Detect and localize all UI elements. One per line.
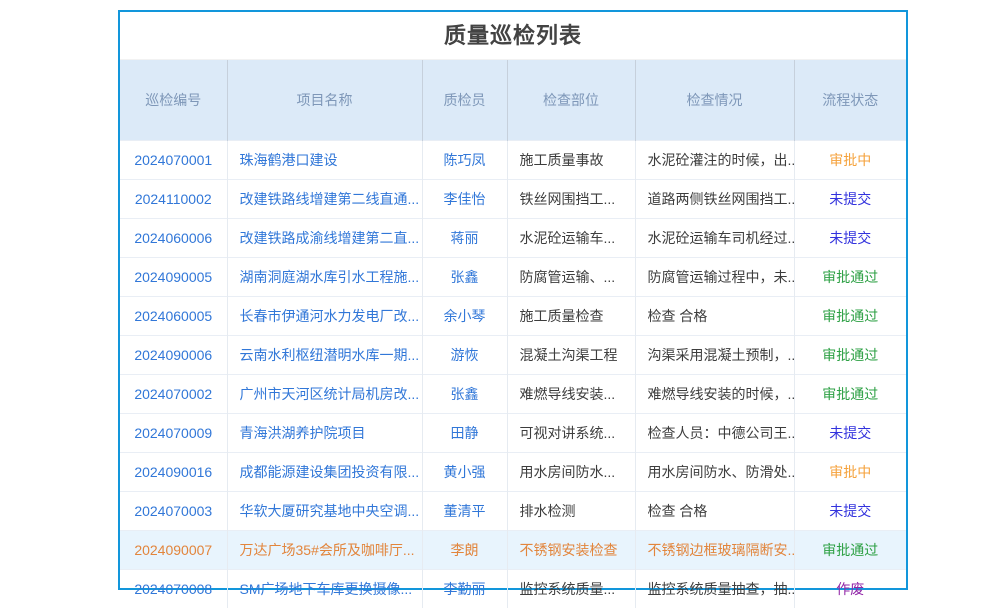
table-header-row: 巡检编号 项目名称 质检员 检查部位 检查情况 流程状态 bbox=[120, 60, 906, 141]
inspection-id-link[interactable]: 2024070003 bbox=[120, 492, 227, 531]
project-name-link[interactable]: 珠海鹤港口建设 bbox=[227, 141, 422, 180]
project-name-link[interactable]: 万达广场35#会所及咖啡厅... bbox=[227, 531, 422, 570]
project-name-link[interactable]: 广州市天河区统计局机房改... bbox=[227, 375, 422, 414]
inspector-name-link[interactable]: 余小琴 bbox=[422, 297, 507, 336]
inspection-id-link[interactable]: 2024070002 bbox=[120, 375, 227, 414]
table-body: 2024070001 珠海鹤港口建设 陈巧凤 施工质量事故 水泥砼灌注的时候，出… bbox=[120, 141, 906, 608]
inspection-part-cell: 施工质量检查 bbox=[507, 297, 635, 336]
inspection-situation-cell: 检查 合格 bbox=[635, 492, 794, 531]
inspection-id-link[interactable]: 2024060006 bbox=[120, 219, 227, 258]
inspection-situation-cell: 用水房间防水、防滑处... bbox=[635, 453, 794, 492]
table-row[interactable]: 2024110002 改建铁路线增建第二线直通... 李佳怡 铁丝网围挡工...… bbox=[120, 180, 906, 219]
table-row[interactable]: 2024070009 青海洪湖养护院项目 田静 可视对讲系统... 检查人员：中… bbox=[120, 414, 906, 453]
inspection-part-cell: 可视对讲系统... bbox=[507, 414, 635, 453]
inspection-id-link[interactable]: 2024070008 bbox=[120, 570, 227, 608]
inspector-name-link[interactable]: 李朗 bbox=[422, 531, 507, 570]
inspection-id-link[interactable]: 2024070001 bbox=[120, 141, 227, 180]
status-badge: 审批中 bbox=[794, 141, 906, 180]
project-name-link[interactable]: SM广场地下车库更换摄像... bbox=[227, 570, 422, 608]
inspection-id-link[interactable]: 2024060005 bbox=[120, 297, 227, 336]
inspection-situation-cell: 沟渠采用混凝土预制，... bbox=[635, 336, 794, 375]
table-row[interactable]: 2024070008 SM广场地下车库更换摄像... 李勤丽 监控系统质量...… bbox=[120, 570, 906, 608]
col-header-project-name: 项目名称 bbox=[227, 60, 422, 141]
inspection-situation-cell: 水泥砼灌注的时候，出... bbox=[635, 141, 794, 180]
inspection-part-cell: 难燃导线安装... bbox=[507, 375, 635, 414]
table-row[interactable]: 2024090006 云南水利枢纽潜明水库一期... 游恢 混凝土沟渠工程 沟渠… bbox=[120, 336, 906, 375]
status-badge: 未提交 bbox=[794, 492, 906, 531]
status-badge: 审批通过 bbox=[794, 258, 906, 297]
inspector-name-link[interactable]: 游恢 bbox=[422, 336, 507, 375]
status-badge: 未提交 bbox=[794, 414, 906, 453]
col-header-inspection-id: 巡检编号 bbox=[120, 60, 227, 141]
project-name-link[interactable]: 青海洪湖养护院项目 bbox=[227, 414, 422, 453]
inspector-name-link[interactable]: 蒋丽 bbox=[422, 219, 507, 258]
inspection-id-link[interactable]: 2024090006 bbox=[120, 336, 227, 375]
quality-inspection-panel: 质量巡检列表 巡检编号 项目名称 质检员 检查部位 检查情况 流程状态 2024… bbox=[118, 10, 908, 590]
inspection-id-link[interactable]: 2024070009 bbox=[120, 414, 227, 453]
status-badge: 审批通过 bbox=[794, 531, 906, 570]
inspection-part-cell: 不锈钢安装检查 bbox=[507, 531, 635, 570]
table-row[interactable]: 2024070003 华软大厦研究基地中央空调... 董清平 排水检测 检查 合… bbox=[120, 492, 906, 531]
inspector-name-link[interactable]: 李佳怡 bbox=[422, 180, 507, 219]
inspector-name-link[interactable]: 田静 bbox=[422, 414, 507, 453]
inspection-id-link[interactable]: 2024090005 bbox=[120, 258, 227, 297]
table-row[interactable]: 2024060005 长春市伊通河水力发电厂改... 余小琴 施工质量检查 检查… bbox=[120, 297, 906, 336]
table-row[interactable]: 2024070002 广州市天河区统计局机房改... 张鑫 难燃导线安装... … bbox=[120, 375, 906, 414]
project-name-link[interactable]: 云南水利枢纽潜明水库一期... bbox=[227, 336, 422, 375]
status-badge: 审批中 bbox=[794, 453, 906, 492]
inspection-situation-cell: 防腐管运输过程中，未... bbox=[635, 258, 794, 297]
inspection-table: 巡检编号 项目名称 质检员 检查部位 检查情况 流程状态 2024070001 … bbox=[120, 60, 906, 608]
inspection-id-link[interactable]: 2024090007 bbox=[120, 531, 227, 570]
status-badge: 审批通过 bbox=[794, 375, 906, 414]
inspector-name-link[interactable]: 董清平 bbox=[422, 492, 507, 531]
inspection-situation-cell: 监控系统质量抽查，抽... bbox=[635, 570, 794, 608]
project-name-link[interactable]: 华软大厦研究基地中央空调... bbox=[227, 492, 422, 531]
col-header-process-status: 流程状态 bbox=[794, 60, 906, 141]
inspection-situation-cell: 检查 合格 bbox=[635, 297, 794, 336]
inspection-part-cell: 防腐管运输、... bbox=[507, 258, 635, 297]
inspection-situation-cell: 检查人员：中德公司王... bbox=[635, 414, 794, 453]
inspection-part-cell: 排水检测 bbox=[507, 492, 635, 531]
table-row[interactable]: 2024070001 珠海鹤港口建设 陈巧凤 施工质量事故 水泥砼灌注的时候，出… bbox=[120, 141, 906, 180]
table-row[interactable]: 2024090005 湖南洞庭湖水库引水工程施... 张鑫 防腐管运输、... … bbox=[120, 258, 906, 297]
inspector-name-link[interactable]: 张鑫 bbox=[422, 258, 507, 297]
inspection-part-cell: 铁丝网围挡工... bbox=[507, 180, 635, 219]
project-name-link[interactable]: 湖南洞庭湖水库引水工程施... bbox=[227, 258, 422, 297]
table-row[interactable]: 2024060006 改建铁路成渝线增建第二直... 蒋丽 水泥砼运输车... … bbox=[120, 219, 906, 258]
col-header-inspection-part: 检查部位 bbox=[507, 60, 635, 141]
col-header-inspection-situation: 检查情况 bbox=[635, 60, 794, 141]
inspection-situation-cell: 难燃导线安装的时候，... bbox=[635, 375, 794, 414]
inspection-part-cell: 水泥砼运输车... bbox=[507, 219, 635, 258]
inspection-situation-cell: 水泥砼运输车司机经过... bbox=[635, 219, 794, 258]
status-badge: 作废 bbox=[794, 570, 906, 608]
project-name-link[interactable]: 改建铁路成渝线增建第二直... bbox=[227, 219, 422, 258]
inspection-id-link[interactable]: 2024110002 bbox=[120, 180, 227, 219]
inspector-name-link[interactable]: 张鑫 bbox=[422, 375, 507, 414]
project-name-link[interactable]: 改建铁路线增建第二线直通... bbox=[227, 180, 422, 219]
table-row[interactable]: 2024090016 成都能源建设集团投资有限... 黄小强 用水房间防水...… bbox=[120, 453, 906, 492]
project-name-link[interactable]: 长春市伊通河水力发电厂改... bbox=[227, 297, 422, 336]
status-badge: 未提交 bbox=[794, 219, 906, 258]
table-row[interactable]: 2024090007 万达广场35#会所及咖啡厅... 李朗 不锈钢安装检查 不… bbox=[120, 531, 906, 570]
table-header: 巡检编号 项目名称 质检员 检查部位 检查情况 流程状态 bbox=[120, 60, 906, 141]
inspection-part-cell: 施工质量事故 bbox=[507, 141, 635, 180]
inspection-part-cell: 混凝土沟渠工程 bbox=[507, 336, 635, 375]
page-title: 质量巡检列表 bbox=[120, 12, 906, 60]
inspection-situation-cell: 不锈钢边框玻璃隔断安... bbox=[635, 531, 794, 570]
inspection-part-cell: 用水房间防水... bbox=[507, 453, 635, 492]
inspector-name-link[interactable]: 陈巧凤 bbox=[422, 141, 507, 180]
inspector-name-link[interactable]: 黄小强 bbox=[422, 453, 507, 492]
inspection-part-cell: 监控系统质量... bbox=[507, 570, 635, 608]
col-header-inspector: 质检员 bbox=[422, 60, 507, 141]
inspector-name-link[interactable]: 李勤丽 bbox=[422, 570, 507, 608]
status-badge: 审批通过 bbox=[794, 297, 906, 336]
inspection-situation-cell: 道路两侧铁丝网围挡工... bbox=[635, 180, 794, 219]
status-badge: 未提交 bbox=[794, 180, 906, 219]
status-badge: 审批通过 bbox=[794, 336, 906, 375]
project-name-link[interactable]: 成都能源建设集团投资有限... bbox=[227, 453, 422, 492]
inspection-id-link[interactable]: 2024090016 bbox=[120, 453, 227, 492]
